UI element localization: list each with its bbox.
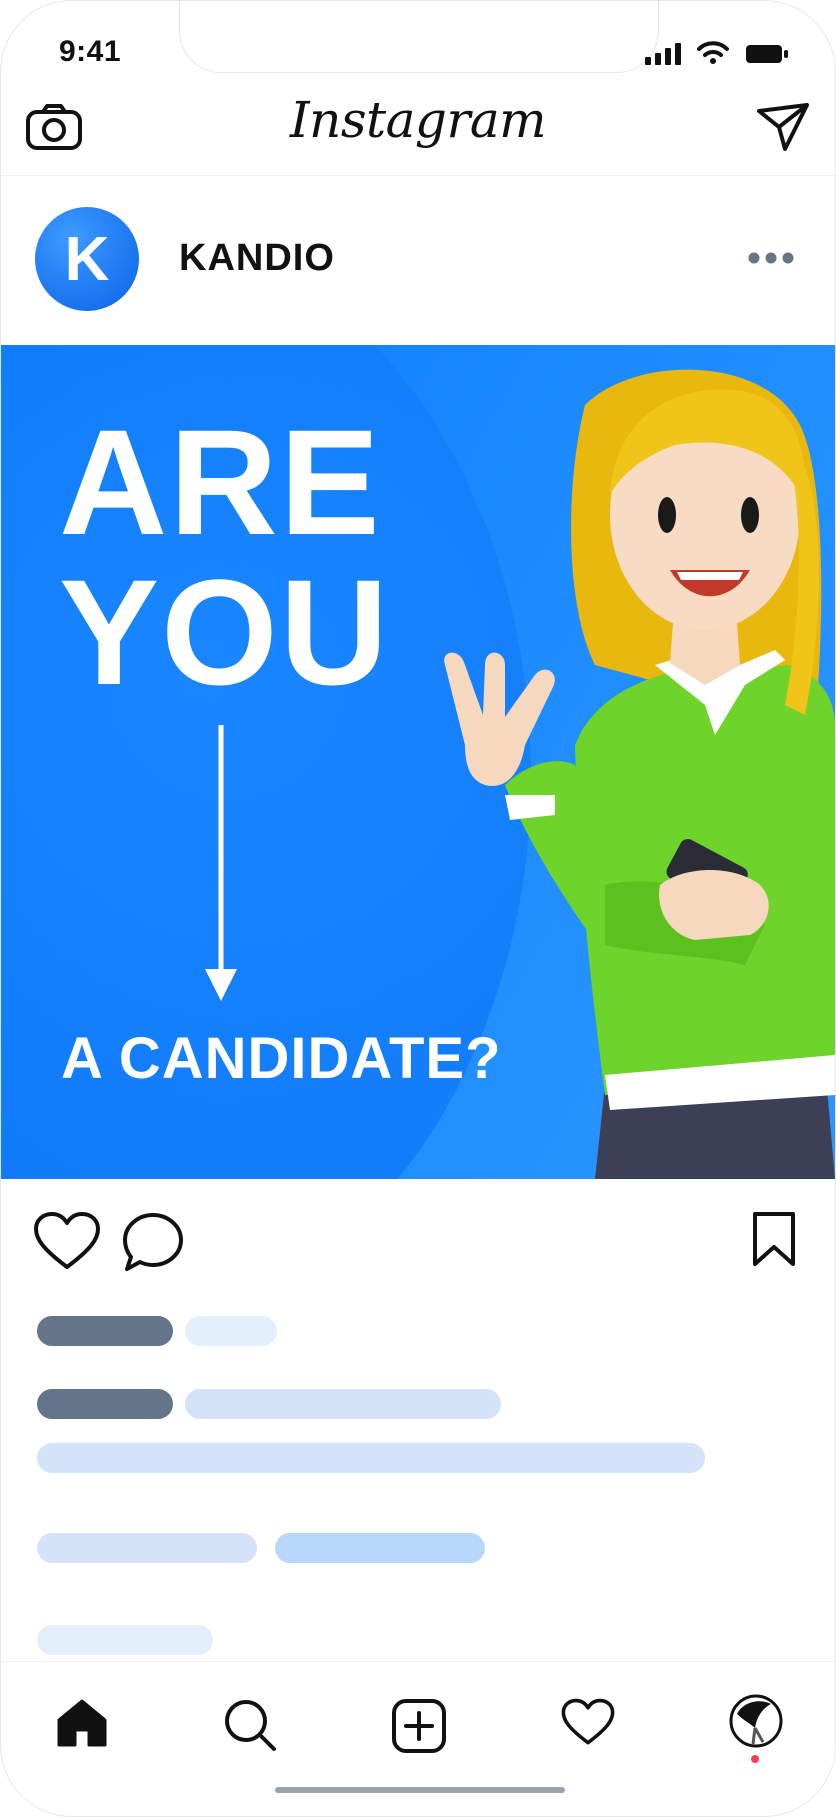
- caption-line-placeholder: [37, 1443, 705, 1473]
- notification-dot: [751, 1755, 759, 1763]
- status-icons: [645, 41, 789, 65]
- likes-text-placeholder: [185, 1316, 277, 1346]
- headline-line-2: YOU: [59, 548, 391, 716]
- account-avatar[interactable]: K: [35, 207, 139, 311]
- home-icon[interactable]: [55, 1698, 109, 1748]
- post-actions: [1, 1211, 835, 1281]
- post-headline: ARE YOU: [59, 407, 390, 707]
- comments-link-placeholder: [275, 1533, 485, 1563]
- search-icon[interactable]: [223, 1698, 277, 1752]
- top-navigation-bar: Instagram: [1, 89, 835, 176]
- notch: [179, 1, 659, 73]
- likes-count-placeholder: [37, 1316, 173, 1346]
- heart-icon[interactable]: [33, 1211, 101, 1271]
- post-header: K KANDIO: [1, 201, 835, 321]
- wifi-icon: [697, 41, 729, 64]
- status-time: 9:41: [59, 35, 122, 68]
- bottom-tab-bar: [1, 1661, 835, 1816]
- caption-text-placeholder: [185, 1389, 501, 1419]
- signal-icon: [645, 43, 681, 65]
- timestamp-placeholder: [37, 1625, 213, 1655]
- avatar-letter: K: [64, 224, 110, 294]
- activity-heart-icon[interactable]: [561, 1698, 615, 1746]
- add-post-icon[interactable]: [391, 1698, 447, 1754]
- instagram-logo: Instagram: [289, 91, 547, 149]
- bookmark-icon[interactable]: [751, 1211, 797, 1267]
- caption-username-placeholder: [37, 1389, 173, 1419]
- profile-avatar[interactable]: [729, 1694, 783, 1748]
- phone-frame: 9:41 Instagram K KANDIO ARE YOU A CANDID…: [0, 0, 836, 1817]
- send-icon[interactable]: [755, 101, 811, 153]
- comments-placeholder: [37, 1533, 257, 1563]
- more-icon[interactable]: [747, 251, 795, 265]
- headline-line-1: ARE: [59, 398, 382, 566]
- post-image[interactable]: ARE YOU A CANDIDATE?: [1, 345, 835, 1179]
- home-indicator: [275, 1787, 565, 1793]
- battery-icon: [746, 45, 788, 63]
- post-username[interactable]: KANDIO: [179, 237, 335, 280]
- comment-icon[interactable]: [121, 1211, 185, 1273]
- woman-illustration: [444, 369, 835, 1179]
- down-arrow-icon: [205, 725, 237, 1001]
